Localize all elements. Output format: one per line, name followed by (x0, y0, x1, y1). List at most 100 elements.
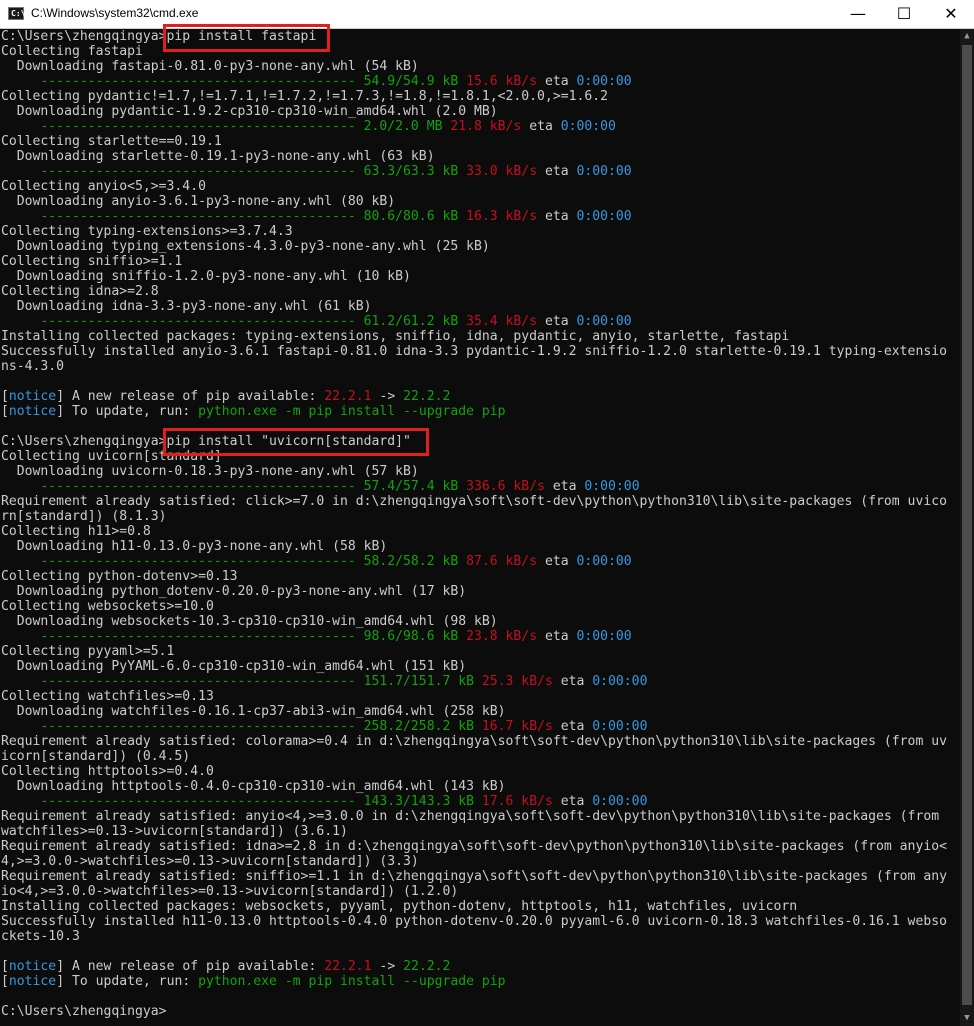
console-line: ----------------------------------------… (1, 554, 632, 569)
console-text: ] A new release of pip available: (56, 389, 325, 404)
console-text: Collecting fastapi (1, 44, 143, 59)
console-text: ---------------------------------------- (1, 209, 364, 224)
console-text: Collecting h11>=0.8 (1, 524, 151, 539)
console-text: 4,>=3.0.0->watchfiles>=0.13->uvicorn[sta… (1, 854, 419, 869)
console-text: eta (537, 74, 577, 89)
console-text: 0:00:00 (592, 674, 648, 689)
console-text: eta (552, 719, 593, 734)
console-line: 4,>=3.0.0->watchfiles>=0.13->uvicorn[sta… (1, 854, 419, 869)
console-text: Requirement already satisfied: click>=7.… (1, 494, 947, 509)
console-line: Collecting python-dotenv>=0.13 (1, 569, 238, 584)
vertical-scrollbar[interactable]: ▲ ▼ (960, 29, 974, 1026)
console-line: ----------------------------------------… (1, 479, 640, 494)
console-text: Downloading sniffio-1.2.0-py3-none-any.w… (1, 269, 411, 284)
console-text: ] To update, run: (56, 974, 199, 989)
scroll-up-icon[interactable]: ▲ (960, 29, 974, 44)
console-line: [notice] To update, run: python.exe -m p… (1, 974, 506, 989)
console-text: Downloading PyYAML-6.0-cp310-cp310-win_a… (1, 659, 467, 674)
console-text: 54.9/54.9 kB (363, 74, 459, 89)
console-line: Collecting websockets>=10.0 (1, 599, 214, 614)
close-button[interactable]: ✕ (928, 0, 974, 28)
console-text: C:\Users\zhengqingya> (1, 1004, 167, 1019)
console-text: Downloading websockets-10.3-cp310-cp310-… (1, 614, 498, 629)
console-text: Collecting sniffio>=1.1 (1, 254, 183, 269)
console-text: 98.6/98.6 kB (363, 629, 459, 644)
console-text: 15.6 kB/s (466, 74, 538, 89)
console-text: Collecting websockets>=10.0 (1, 599, 214, 614)
console-text: [ (1, 404, 9, 419)
console-output[interactable]: C:\Users\zhengqingya>pip install fastapi… (0, 29, 960, 1026)
console-line: ns-4.3.0 (1, 359, 64, 374)
console-text: eta (552, 794, 593, 809)
console-text: Downloading starlette-0.19.1-py3-none-an… (1, 149, 435, 164)
console-text: Requirement already satisfied: anyio<4,>… (1, 809, 940, 824)
console-line: Requirement already satisfied: click>=7.… (1, 494, 947, 509)
console-text: 0:00:00 (584, 479, 640, 494)
highlight-box-first-command (163, 24, 330, 52)
console-text: Requirement already satisfied: idna>=2.8… (1, 839, 947, 854)
console-line: ----------------------------------------… (1, 164, 631, 179)
console-line: Collecting typing-extensions>=3.7.4.3 (1, 224, 293, 239)
console-text: io<4,>=3.0.0->watchfiles>=0.13->uvicorn[… (1, 884, 459, 899)
console-line: ----------------------------------------… (1, 719, 647, 734)
console-text: ckets-10.3 (1, 929, 80, 944)
console-text: 87.6 kB/s (466, 554, 538, 569)
console-line: Downloading idna-3.3-py3-none-any.whl (6… (1, 299, 372, 314)
console-line: Downloading starlette-0.19.1-py3-none-an… (1, 149, 435, 164)
console-text: Collecting httptools>=0.4.0 (1, 764, 214, 779)
console-text: 0:00:00 (592, 719, 648, 734)
console-text: ---------------------------------------- (1, 479, 364, 494)
console-line: Collecting httptools>=0.4.0 (1, 764, 214, 779)
console-text: 35.4 kB/s (466, 314, 538, 329)
console-text: Downloading anyio-3.6.1-py3-none-any.whl… (1, 194, 396, 209)
console-text: 23.8 kB/s (466, 629, 538, 644)
console-line: ----------------------------------------… (1, 74, 631, 89)
console-text: 0:00:00 (576, 554, 632, 569)
console-text: Installing collected packages: websocket… (1, 899, 798, 914)
console-line: Collecting sniffio>=1.1 (1, 254, 182, 269)
console-text: 61.2/61.2 kB (363, 314, 459, 329)
console-line: watchfiles>=0.13->uvicorn[standard]) (3.… (1, 824, 348, 839)
console-line: Requirement already satisfied: sniffio>=… (1, 869, 947, 884)
scroll-down-icon[interactable]: ▼ (960, 1011, 974, 1026)
console-line: ----------------------------------------… (1, 674, 647, 689)
scrollbar-thumb[interactable] (962, 45, 972, 1005)
maximize-button[interactable]: ☐ (881, 0, 927, 28)
console-line: Downloading PyYAML-6.0-cp310-cp310-win_a… (1, 659, 466, 674)
console-text: eta (537, 164, 577, 179)
console-text: 0:00:00 (576, 314, 632, 329)
console-text: 143.3/143.3 kB (363, 794, 474, 809)
console-text: Downloading pydantic-1.9.2-cp310-cp310-w… (1, 104, 498, 119)
console-line: [notice] To update, run: python.exe -m p… (1, 404, 506, 419)
console-line: Successfully installed h11-0.13.0 httpto… (1, 914, 947, 929)
console-text: 17.6 kB/s (481, 794, 553, 809)
console-text: ] A new release of pip available: (56, 959, 325, 974)
console-line: Successfully installed anyio-3.6.1 fasta… (1, 344, 947, 359)
console-line: Collecting pyyaml>=5.1 (1, 644, 174, 659)
console-text: 22.2.2 (403, 389, 451, 404)
console-line: Collecting fastapi (1, 44, 143, 59)
minimize-button[interactable]: — (835, 0, 881, 28)
console-text: -> (371, 389, 404, 404)
console-line: Downloading watchfiles-0.16.1-cp37-abi3-… (1, 704, 506, 719)
console-text: Collecting pydantic!=1.7,!=1.7.1,!=1.7.2… (1, 89, 608, 104)
console-text: 16.7 kB/s (481, 719, 553, 734)
console-line: Downloading websockets-10.3-cp310-cp310-… (1, 614, 498, 629)
console-text: ---------------------------------------- (1, 314, 364, 329)
console-text: ---------------------------------------- (1, 674, 364, 689)
console-text: Requirement already satisfied: sniffio>=… (1, 869, 947, 884)
console-line: Downloading python_dotenv-0.20.0-py3-non… (1, 584, 466, 599)
console-text: 0:00:00 (576, 629, 632, 644)
console-line: Requirement already satisfied: anyio<4,>… (1, 809, 939, 824)
console-text: icorn[standard]) (0.4.5) (1, 749, 191, 764)
console-text: Installing collected packages: typing-ex… (1, 329, 790, 344)
console-line: Downloading sniffio-1.2.0-py3-none-any.w… (1, 269, 411, 284)
console-text: Downloading h11-0.13.0-py3-none-any.whl … (1, 539, 388, 554)
console-line: ----------------------------------------… (1, 314, 632, 329)
console-line: Collecting idna>=2.8 (1, 284, 159, 299)
console-line: Requirement already satisfied: colorama>… (1, 734, 947, 749)
console-line: [notice] A new release of pip available:… (1, 959, 450, 974)
